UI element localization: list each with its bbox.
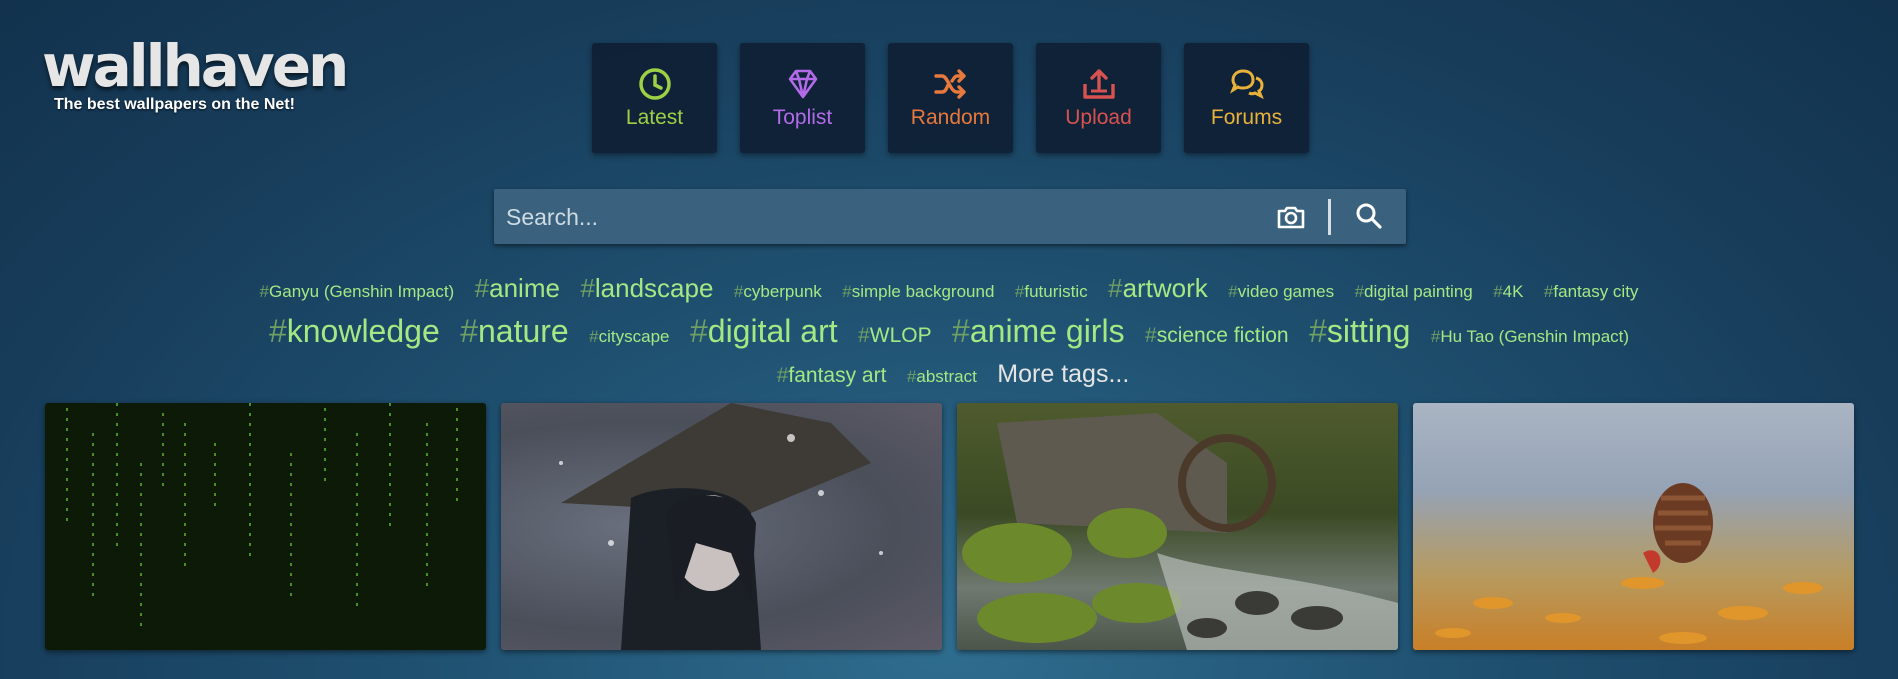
diamond-icon bbox=[788, 69, 817, 99]
tag-link[interactable]: #simple background bbox=[842, 274, 994, 310]
more-tags-link[interactable]: More tags... bbox=[997, 360, 1129, 388]
nav-latest-label: Latest bbox=[625, 106, 684, 129]
tag-link[interactable]: #video games bbox=[1228, 274, 1334, 310]
tag-link[interactable]: #fantasy city bbox=[1544, 274, 1639, 310]
popular-tags: #Ganyu (Genshin Impact) #anime #landscap… bbox=[0, 268, 1898, 396]
search-input[interactable] bbox=[494, 189, 1248, 246]
nav-toplist-button[interactable]: Toplist bbox=[740, 43, 865, 153]
tag-link[interactable]: #WLOP bbox=[858, 316, 932, 356]
thumbnail-image bbox=[66, 403, 458, 633]
upload-icon bbox=[1082, 69, 1115, 99]
tag-link[interactable]: #artwork bbox=[1108, 268, 1208, 308]
search-divider bbox=[1328, 199, 1331, 235]
wallpaper-grid bbox=[45, 403, 1854, 650]
search-bar bbox=[494, 189, 1406, 246]
nav-upload-button[interactable]: Upload bbox=[1036, 43, 1161, 153]
tag-link[interactable]: #science fiction bbox=[1145, 316, 1289, 356]
wallpaper-thumbnail[interactable] bbox=[45, 403, 486, 650]
wallpaper-thumbnail[interactable] bbox=[1413, 403, 1854, 650]
wallpaper-thumbnail[interactable] bbox=[957, 403, 1398, 650]
tags-row-2: #knowledge #nature #cityscape #digital a… bbox=[0, 310, 1898, 356]
thumbnail-image bbox=[962, 413, 1398, 650]
tag-link[interactable]: #sitting bbox=[1309, 310, 1410, 352]
tag-link[interactable]: #digital painting bbox=[1355, 274, 1473, 310]
camera-icon[interactable] bbox=[1276, 202, 1306, 232]
nav-forums-button[interactable]: Forums bbox=[1184, 43, 1309, 153]
nav-random-label: Random bbox=[910, 106, 991, 129]
main-nav: Latest Toplist Random Upload Forums bbox=[592, 43, 1309, 153]
tag-link[interactable]: #Ganyu (Genshin Impact) bbox=[260, 274, 455, 310]
logo-wordmark: wallhaven bbox=[42, 32, 349, 100]
tags-row-3: #fantasy art #abstract More tags... bbox=[0, 356, 1898, 396]
nav-upload-label: Upload bbox=[1065, 106, 1132, 129]
tag-link[interactable]: #futuristic bbox=[1015, 274, 1088, 310]
tag-link[interactable]: #4K bbox=[1493, 274, 1523, 310]
nav-latest-button[interactable]: Latest bbox=[592, 43, 717, 153]
nav-toplist-label: Toplist bbox=[772, 106, 833, 129]
clock-icon bbox=[638, 68, 671, 100]
chat-icon bbox=[1229, 69, 1264, 100]
shuffle-icon bbox=[933, 69, 966, 99]
tag-link[interactable]: #anime girls bbox=[952, 310, 1125, 352]
tag-link[interactable]: #cityscape bbox=[589, 319, 669, 355]
tag-link[interactable]: #nature bbox=[460, 310, 569, 352]
tag-link[interactable]: #cyberpunk bbox=[734, 274, 822, 310]
tag-link[interactable]: #Hu Tao (Genshin Impact) bbox=[1431, 319, 1629, 355]
tag-link[interactable]: #abstract bbox=[907, 359, 977, 395]
site-logo[interactable]: wallhaven The best wallpapers on the Net… bbox=[42, 32, 349, 114]
tag-link[interactable]: #knowledge bbox=[269, 310, 440, 352]
tags-row-1: #Ganyu (Genshin Impact) #anime #landscap… bbox=[0, 268, 1898, 310]
search-icon[interactable] bbox=[1354, 201, 1384, 231]
wallpaper-thumbnail[interactable] bbox=[501, 403, 942, 650]
thumbnail-image bbox=[559, 403, 883, 650]
tag-link[interactable]: #landscape bbox=[580, 268, 713, 308]
tag-link[interactable]: #digital art bbox=[690, 310, 838, 352]
thumbnail-image bbox=[1435, 483, 1823, 644]
tag-link[interactable]: #fantasy art bbox=[777, 356, 887, 396]
tag-link[interactable]: #anime bbox=[475, 268, 560, 308]
nav-forums-label: Forums bbox=[1210, 106, 1283, 129]
nav-random-button[interactable]: Random bbox=[888, 43, 1013, 153]
